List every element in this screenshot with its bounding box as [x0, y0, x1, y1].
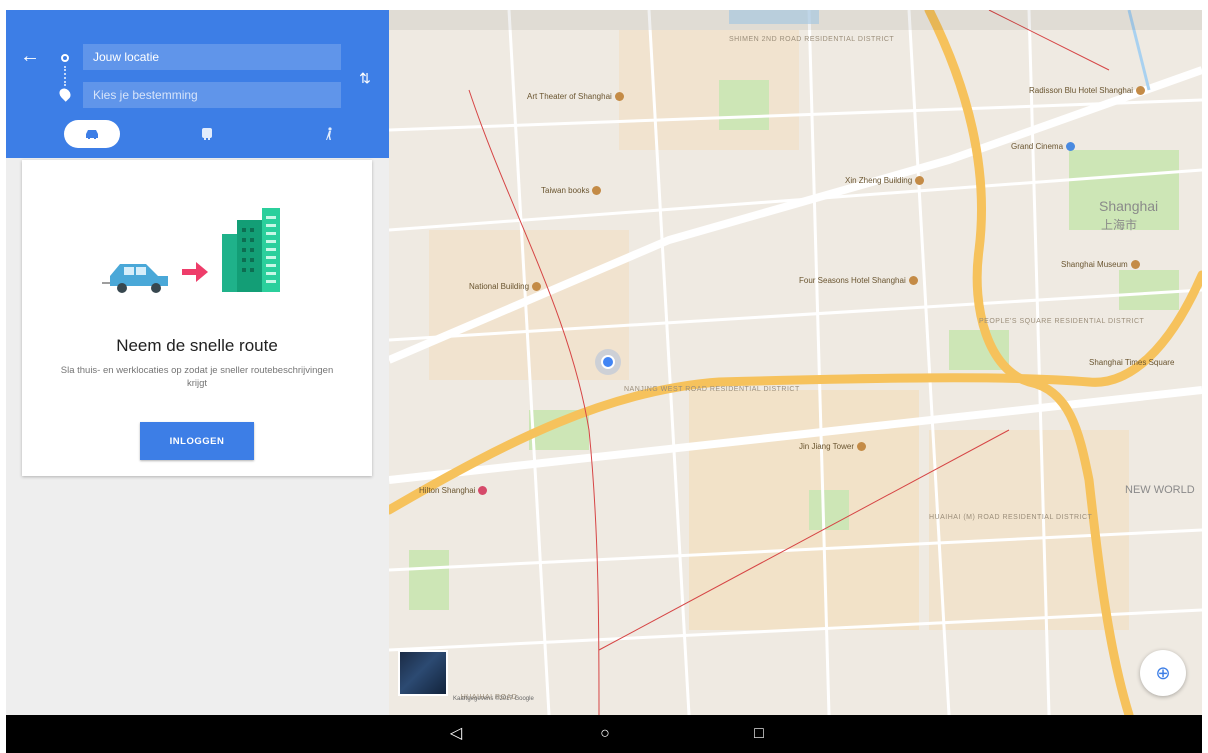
recents-square-icon[interactable]: □ [748, 723, 770, 745]
map-top-shade [389, 10, 1202, 30]
destination-pin-icon [57, 86, 73, 102]
my-location-dot [601, 355, 615, 369]
poi-icon [857, 442, 866, 452]
poi-radisson[interactable]: Radisson Blu Hotel Shanghai [1029, 86, 1146, 96]
poi-xin-zheng[interactable]: Xin Zheng Building [845, 176, 925, 186]
car-icon [86, 130, 98, 139]
map-canvas [389, 10, 1202, 715]
mode-walk-tab[interactable] [314, 120, 344, 148]
swap-icon[interactable]: ⇅ [355, 66, 375, 90]
city-label-shanghai-cn: 上海市 [1101, 218, 1138, 232]
origin-input[interactable] [83, 44, 341, 70]
poi-art-theater[interactable]: Art Theater of Shanghai [527, 92, 624, 102]
directions-header: ← ⇅ [6, 10, 389, 158]
travel-modes [6, 118, 389, 154]
device-screen: ← ⇅ [6, 10, 1202, 753]
poi-four-seasons[interactable]: Four Seasons Hotel Shanghai [799, 276, 918, 286]
card-title: Neem de snelle route [116, 336, 278, 355]
train-icon [202, 128, 212, 140]
city-label-shanghai: Shanghai [1099, 198, 1159, 214]
poi-national-building[interactable]: National Building [469, 282, 542, 292]
poi-icon [478, 486, 488, 496]
walking-icon [326, 127, 332, 140]
poi-hilton[interactable]: Hilton Shanghai [419, 486, 488, 496]
route-connector [64, 66, 66, 86]
poi-icon [908, 276, 918, 286]
destination-input[interactable] [83, 82, 341, 108]
mode-drive-tab[interactable] [64, 120, 120, 148]
poi-icon [614, 92, 624, 102]
back-triangle-icon[interactable]: ◁ [445, 723, 467, 745]
poi-taiwan-books[interactable]: Taiwan books [541, 186, 602, 196]
poi-icon [915, 176, 925, 186]
district-huaihai: HUAIHAI (M) ROAD RESIDENTIAL DISTRICT [929, 514, 1093, 521]
district-jingan: SHIMEN 2ND ROAD RESIDENTIAL DISTRICT [729, 36, 894, 43]
poi-grand-cinema[interactable]: Grand Cinema [1011, 142, 1076, 152]
system-navbar: ◁ ○ □ [6, 715, 1202, 753]
origin-dot-icon [61, 54, 69, 62]
car-illustration-icon [102, 264, 168, 293]
district-nanjing-west: NANJING WEST ROAD RESIDENTIAL DISTRICT [624, 386, 799, 393]
locate-button[interactable]: ⊕ [1140, 650, 1186, 696]
login-button[interactable]: INLOGGEN [140, 422, 254, 460]
poi-shanghai-museum[interactable]: Shanghai Museum [1061, 260, 1140, 270]
poi-jin-jiang[interactable]: Jin Jiang Tower [799, 442, 866, 452]
map-attribution: Kaartgegevens ©2017 Google [453, 696, 534, 702]
map-view[interactable]: Art Theater of Shanghai SHIMEN 2ND ROAD … [389, 10, 1202, 715]
poi-shanghai-times[interactable]: Shanghai Times Square [1089, 358, 1174, 367]
card-description: Sla thuis- en werklocaties op zodat je s… [60, 365, 334, 389]
satellite-layer-thumbnail[interactable] [398, 650, 448, 696]
poi-icon [532, 282, 542, 292]
area-label-new-world: NEW WORLD [1125, 484, 1195, 496]
poi-icon [592, 186, 602, 196]
directions-panel: ← ⇅ [6, 10, 389, 715]
arrow-right-icon [182, 262, 208, 282]
poi-icon [1130, 260, 1140, 270]
home-circle-icon[interactable]: ○ [594, 723, 616, 745]
back-arrow-icon[interactable]: ← [18, 44, 42, 68]
promo-card: Neem de snelle route Sla thuis- en werkl… [22, 160, 372, 476]
poi-icon [1136, 86, 1146, 96]
district-peoples-square: PEOPLE'S SQUARE RESIDENTIAL DISTRICT [979, 318, 1145, 325]
mode-transit-tab[interactable] [192, 120, 222, 148]
building-illustration-icon [222, 208, 280, 292]
crosshair-icon: ⊕ [1155, 662, 1171, 683]
car-to-building-illustration [102, 208, 280, 293]
poi-icon [1066, 142, 1076, 152]
